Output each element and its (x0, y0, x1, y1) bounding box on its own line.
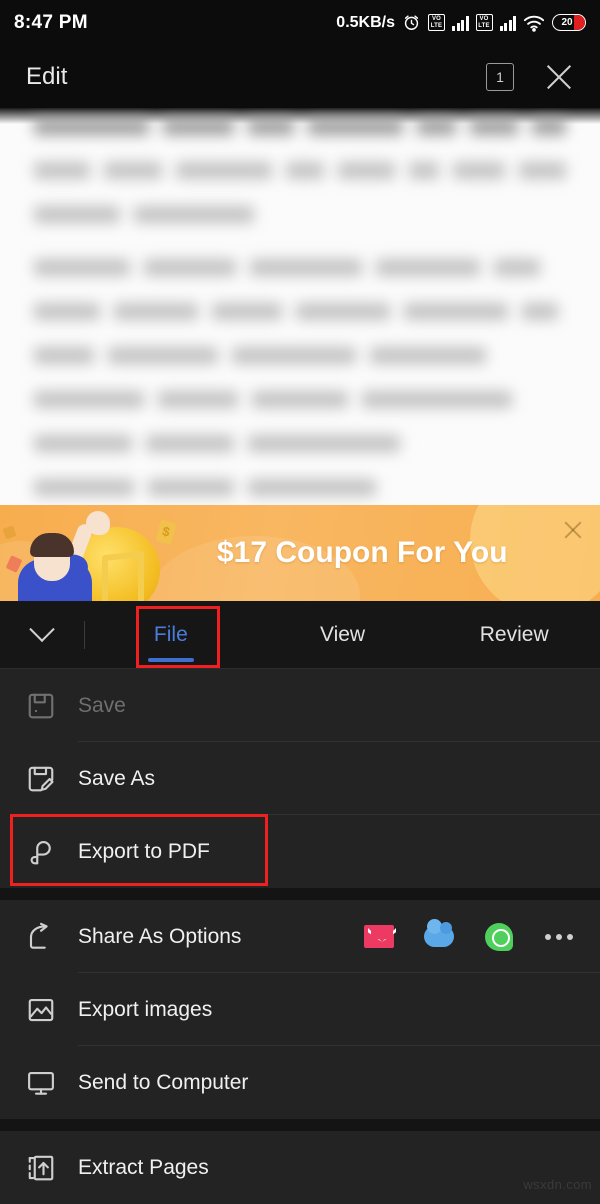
status-icons: 0.5KB/s VO LTE VO LTE 20 (336, 13, 586, 32)
tab-label: View (319, 622, 366, 646)
confetti-icon (2, 525, 17, 540)
signal-bars-sim2 (499, 15, 516, 31)
watermark: wsxdn.com (523, 1177, 592, 1192)
person-hair (30, 533, 74, 557)
confetti-icon (5, 555, 23, 573)
menu-item-extract-pages[interactable]: Extract Pages (0, 1131, 600, 1204)
more-options-icon[interactable] (544, 922, 574, 952)
tab-view[interactable]: View (257, 601, 429, 668)
tab-file[interactable]: File (85, 601, 257, 668)
wifi-icon (523, 13, 545, 32)
menu-item-label: Export to PDF (78, 839, 210, 863)
alarm-clock-icon (402, 13, 421, 32)
menu-item-label: Save (78, 693, 126, 717)
volte-icon-sim2: VO LTE (475, 14, 493, 31)
coupon-title: $17 Coupon For You (217, 536, 508, 569)
close-icon[interactable] (544, 62, 574, 92)
tab-label: Review (479, 622, 549, 646)
menu-item-share-as-options[interactable]: Share As Options (0, 900, 600, 973)
menu-item-save[interactable]: Save (0, 669, 600, 742)
whatsapp-icon[interactable] (484, 922, 514, 952)
tab-list: File View Review (85, 601, 600, 668)
title-bar-actions: 1 (486, 62, 574, 92)
file-menu-list: Save Save As Export to PDF Share As Opti… (0, 669, 600, 1204)
menu-item-label: Share As Options (78, 924, 242, 948)
menu-item-label: Save As (78, 766, 156, 790)
menu-item-label: Send to Computer (78, 1070, 249, 1094)
collapse-ribbon-button[interactable] (0, 616, 84, 644)
share-arrow-icon (26, 922, 78, 952)
battery-indicator: 20 (552, 14, 586, 31)
menu-item-export-images[interactable]: Export images (0, 973, 600, 1046)
menu-item-label: Export images (78, 997, 213, 1021)
volte-icon-sim1: VO LTE (428, 14, 445, 31)
tab-count-button[interactable]: 1 (486, 62, 514, 91)
person-hand (86, 511, 110, 535)
menu-item-save-as[interactable]: Save As (0, 742, 600, 815)
coupon-close-icon[interactable] (562, 519, 584, 541)
page-title: Edit (26, 62, 68, 90)
image-icon (26, 995, 78, 1025)
share-target-list (364, 919, 600, 952)
email-icon[interactable] (364, 922, 394, 952)
app-title-bar: Edit 1 (0, 45, 600, 108)
menu-item-label: Extract Pages (78, 1155, 209, 1179)
document-blurred-text (0, 108, 600, 505)
chevron-down-icon (29, 616, 55, 642)
monitor-icon (26, 1068, 78, 1098)
menu-item-export-to-pdf[interactable]: Export to PDF (0, 814, 600, 888)
save-disk-icon (26, 691, 78, 721)
cloud-icon[interactable] (424, 919, 454, 952)
signal-bars-sim1 (452, 15, 469, 31)
save-as-disk-icon (26, 764, 78, 794)
coupon-banner[interactable]: $ $17 Coupon For You (0, 505, 600, 601)
menu-item-send-to-computer[interactable]: Send to Computer (0, 1046, 600, 1119)
battery-percent-label: 20 (561, 17, 573, 28)
network-speed: 0.5KB/s (336, 13, 395, 31)
tab-review[interactable]: Review (428, 601, 600, 668)
status-time: 8:47 PM (14, 11, 88, 33)
tab-label: File (153, 622, 188, 646)
volte-bottom-text: LTE (430, 22, 443, 29)
menu-group-separator (0, 1119, 600, 1131)
ribbon-tab-bar: File View Review (0, 601, 600, 669)
volte-bottom-text: LTE (478, 22, 490, 29)
status-bar: 8:47 PM 0.5KB/s VO LTE VO LTE 20 (0, 0, 600, 45)
menu-group-separator (0, 888, 600, 900)
tab-count-label: 1 (496, 68, 504, 85)
pdf-icon (26, 837, 78, 867)
money-confetti-icon: $ (155, 519, 177, 545)
coupon-illustration: $ (0, 505, 205, 601)
extract-pages-icon (26, 1153, 78, 1183)
document-preview[interactable] (0, 108, 600, 505)
